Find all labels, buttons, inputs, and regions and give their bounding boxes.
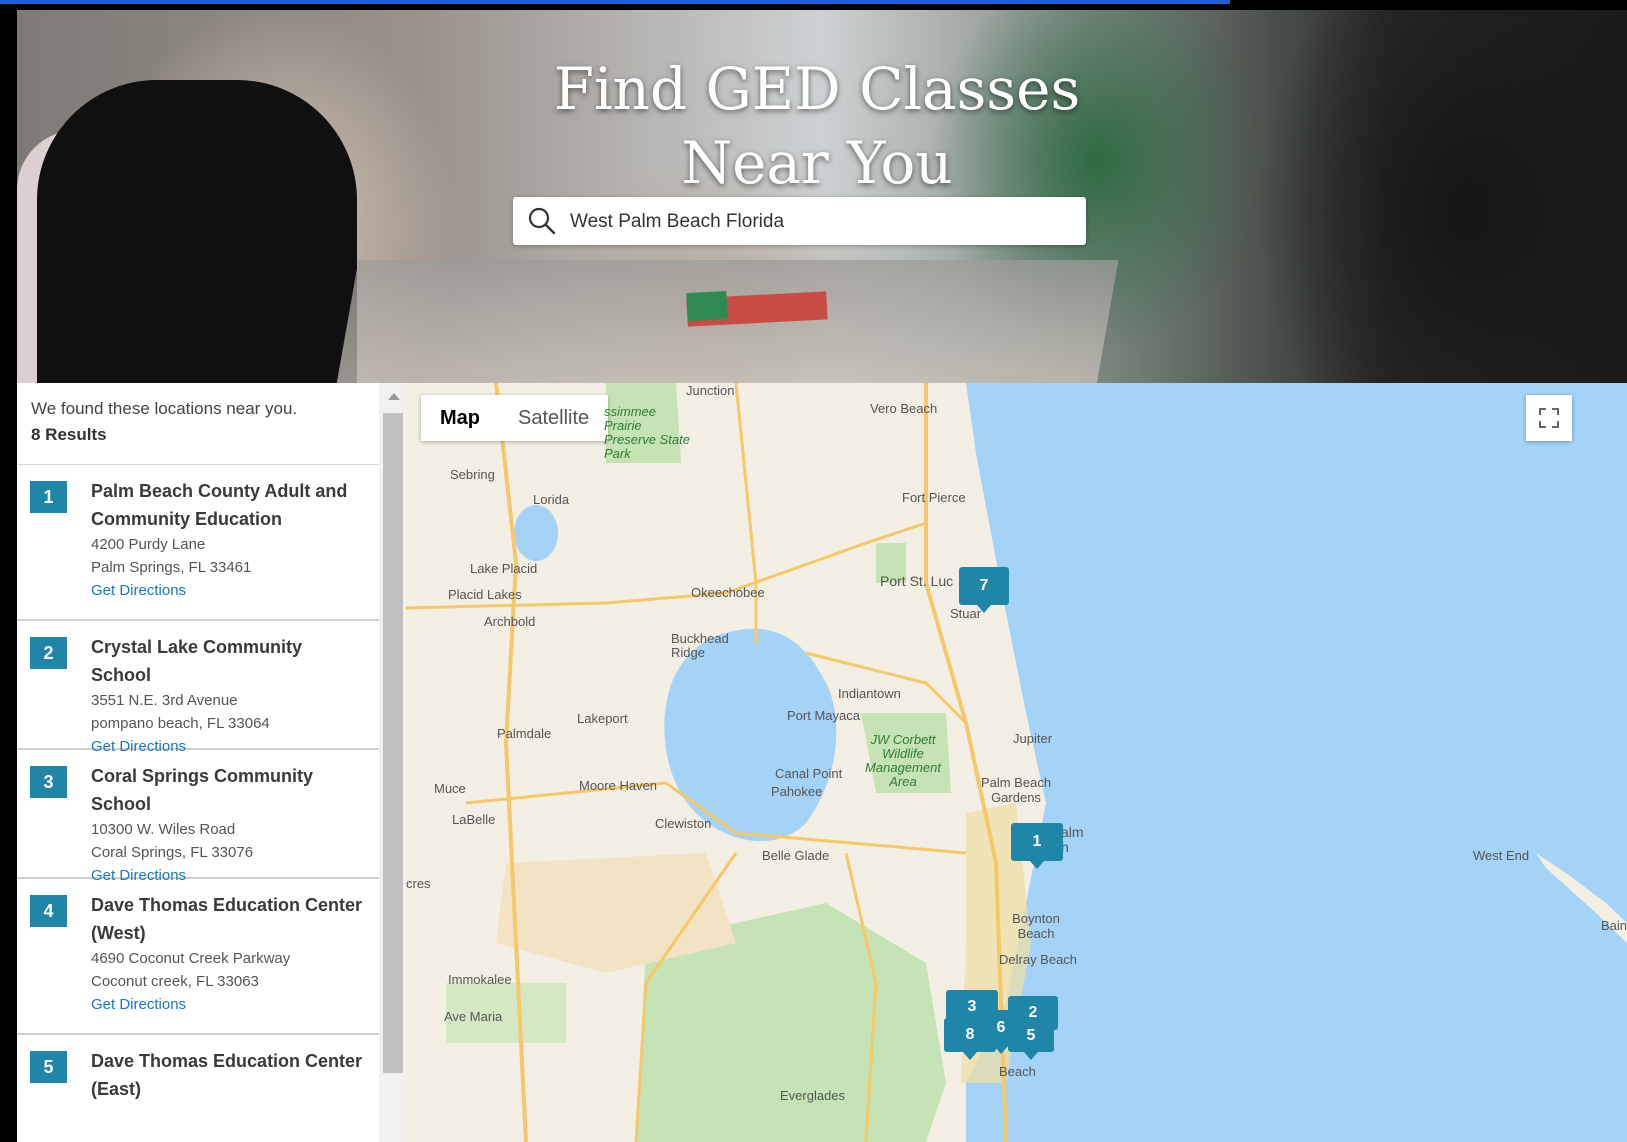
lake (747, 650, 775, 686)
result-name[interactable]: Crystal Lake Community School (91, 633, 367, 689)
fullscreen-icon (1539, 408, 1559, 428)
place-label: Delray Beach (999, 952, 1078, 967)
result-address-line2: Coral Springs, FL 33076 (91, 844, 254, 861)
place-label: Everglades (780, 1088, 846, 1103)
map-marker-1[interactable]: 1 (1011, 823, 1063, 869)
place-label: Buckhead Ridge (671, 631, 729, 660)
place-label: Pahokee (771, 784, 823, 799)
result-name[interactable]: Dave Thomas Education Center (West) (91, 891, 367, 947)
map-view[interactable]: Map Satellite Junction Vero Beach ssimme… (406, 383, 1627, 1142)
place-label: Immokalee (448, 972, 512, 987)
location-search-box[interactable] (513, 197, 1086, 247)
place-label: Belle Glade (762, 848, 830, 863)
fullscreen-button[interactable] (1526, 395, 1572, 441)
page-title: Find GED Classes Near You (17, 52, 1617, 200)
result-number-badge: 4 (30, 895, 67, 927)
results-panel: We found these locations near you. 8 Res… (17, 383, 379, 1142)
highway (734, 383, 758, 643)
place-label: Palm Beach Gardens (980, 775, 1052, 805)
place-label: Beach (999, 1064, 1036, 1079)
result-number-badge: 3 (30, 766, 67, 798)
result-item-3[interactable]: 3 Coral Springs Community School 10300 W… (17, 750, 379, 884)
place-label: Fort Pierce (902, 490, 966, 505)
page-title-line1: Find GED Classes (553, 55, 1081, 123)
place-label: Archbold (484, 614, 536, 629)
place-label: Lakeport (577, 711, 628, 726)
park-label: JW Corbett Wildlife Management Area (865, 732, 941, 789)
results-intro-text: We found these locations near you. (31, 399, 298, 418)
place-label: Jupiter (1013, 731, 1053, 746)
result-address-line1: 10300 W. Wiles Road (91, 821, 236, 838)
result-item-2[interactable]: 2 Crystal Lake Community School 3551 N.E… (17, 621, 379, 755)
place-label: Lorida (533, 492, 570, 507)
scroll-up-arrow-icon[interactable] (388, 393, 400, 400)
place-label: Port Mayaca (787, 708, 860, 723)
result-address-line2: Coconut creek, FL 33063 (91, 973, 259, 990)
result-item-1[interactable]: 1 Palm Beach County Adult and Community … (17, 465, 379, 621)
place-label: Boynton Beach (1012, 911, 1060, 941)
place-label: alm h (1061, 824, 1084, 855)
result-address-line2: Palm Springs, FL 33461 (91, 559, 252, 576)
place-label: LaBelle (452, 812, 496, 827)
top-accent-bar (0, 0, 1230, 4)
result-address-line1: 4690 Coconut Creek Parkway (91, 950, 291, 967)
place-label: Placid Lakes (448, 587, 522, 602)
place-label: Junction (686, 383, 735, 398)
result-address-line1: 3551 N.E. 3rd Avenue (91, 692, 238, 709)
result-address-line1: 4200 Purdy Lane (91, 536, 206, 553)
place-label: Lake Placid (470, 561, 538, 576)
place-label: Vero Beach (870, 401, 938, 416)
get-directions-link[interactable]: Get Directions (91, 579, 367, 602)
result-name[interactable]: Palm Beach County Adult and Community Ed… (91, 477, 367, 533)
map-type-satellite-button[interactable]: Satellite (499, 395, 608, 441)
result-item-5[interactable]: 5 Dave Thomas Education Center (East) (17, 1035, 379, 1142)
place-label: Palmdale (497, 726, 552, 741)
place-label: Okeechobee (691, 585, 765, 600)
hero-photo-shape (686, 290, 728, 322)
map-type-map-button[interactable]: Map (421, 395, 499, 441)
place-label: Ave Maria (444, 1009, 503, 1024)
place-label: Moore Haven (579, 778, 658, 793)
ocean-area (966, 383, 1627, 1142)
map-marker-7[interactable]: 7 (959, 567, 1009, 613)
place-label: Muce (434, 781, 466, 796)
map-type-control: Map Satellite (421, 395, 609, 441)
result-address-line2: pompano beach, FL 33064 (91, 715, 270, 732)
place-label: Indiantown (838, 686, 901, 701)
result-number-badge: 2 (30, 637, 67, 669)
place-label: Canal Point (775, 766, 843, 781)
place-label: cres (406, 876, 431, 891)
results-scrollbar[interactable] (379, 383, 406, 1142)
scrollbar-thumb[interactable] (383, 413, 403, 1073)
result-name[interactable]: Dave Thomas Education Center (East) (91, 1047, 367, 1103)
get-directions-link[interactable]: Get Directions (91, 993, 367, 1016)
page-title-line2: Near You (681, 129, 953, 197)
place-label: Sebring (450, 467, 495, 482)
lake (514, 505, 558, 561)
result-number-badge: 1 (30, 481, 67, 513)
result-item-4[interactable]: 4 Dave Thomas Education Center (West) 46… (17, 879, 379, 1035)
search-icon (528, 207, 556, 235)
map-marker-5[interactable]: 5 (1008, 1020, 1054, 1060)
result-name[interactable]: Coral Springs Community School (91, 762, 367, 818)
place-label: West End (1473, 848, 1530, 863)
results-header: We found these locations near you. 8 Res… (17, 383, 379, 465)
result-number-badge: 5 (30, 1051, 67, 1083)
location-search-input[interactable] (568, 197, 1072, 247)
results-count: 8 Results (31, 425, 107, 444)
place-label: Bain (1601, 918, 1627, 933)
place-label: Port St. Luc (880, 573, 954, 589)
place-label: Clewiston (655, 816, 712, 831)
park-label: ssimmee Prairie Preserve State Park (604, 404, 690, 461)
